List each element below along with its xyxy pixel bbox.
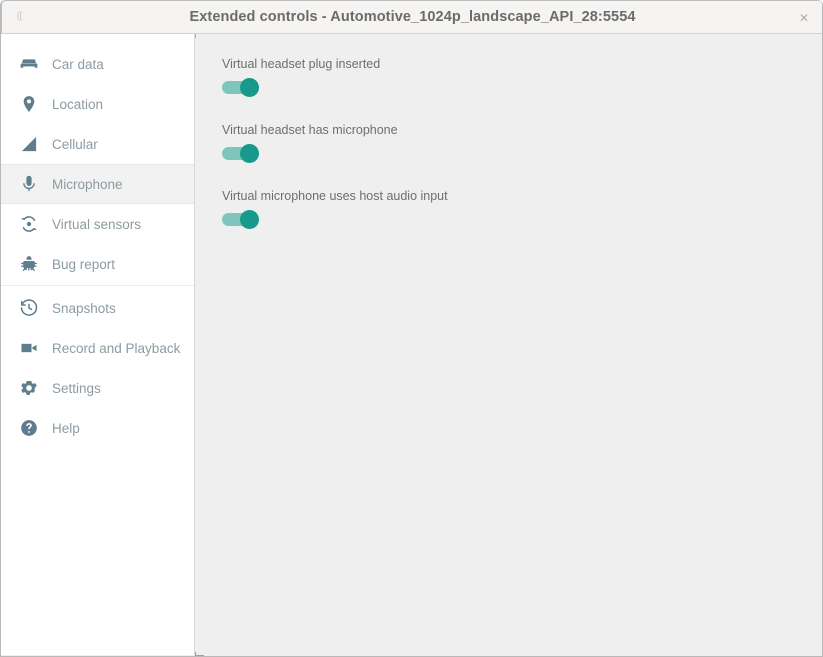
setting-row: Virtual headset plug inserted — [222, 56, 823, 94]
window-menu-glyph: ⸨ — [17, 12, 21, 21]
snapshot-clock-icon — [17, 296, 41, 320]
sidebar-item-microphone[interactable]: Microphone — [1, 164, 194, 204]
setting-label: Virtual headset has microphone — [222, 122, 823, 138]
sidebar-item-label: Microphone — [52, 177, 123, 192]
sidebar-item-label: Snapshots — [52, 301, 116, 316]
sidebar-item-settings[interactable]: Settings — [1, 368, 194, 408]
window-body: Car data Location Cellular — [1, 34, 823, 655]
virtual-headset-plug-inserted-toggle[interactable] — [222, 81, 257, 94]
setting-row: Virtual microphone uses host audio input — [222, 188, 823, 226]
sidebar-item-label: Virtual sensors — [52, 217, 141, 232]
sidebar-item-car-data[interactable]: Car data — [1, 44, 194, 84]
sidebar-item-label: Bug report — [52, 257, 115, 272]
sidebar-item-label: Cellular — [52, 137, 98, 152]
sidebar-item-record-and-playback[interactable]: Record and Playback — [1, 328, 194, 368]
setting-label: Virtual microphone uses host audio input — [222, 188, 823, 204]
setting-row: Virtual headset has microphone — [222, 122, 823, 160]
bug-icon — [17, 252, 41, 276]
virtual-microphone-uses-host-audio-input-toggle[interactable] — [222, 213, 257, 226]
toggle-knob — [240, 144, 259, 163]
virtual-sensors-icon — [17, 212, 41, 236]
sidebar-divider — [1, 285, 194, 286]
sidebar-item-help[interactable]: Help — [1, 408, 194, 448]
sidebar-nav: Car data Location Cellular — [1, 34, 195, 655]
microphone-icon — [17, 172, 41, 196]
sidebar-item-label: Record and Playback — [52, 341, 180, 356]
gear-icon — [17, 376, 41, 400]
window-title: Extended controls - Automotive_1024p_lan… — [189, 9, 635, 25]
car-icon — [17, 52, 41, 76]
extended-controls-window: ⸨ Extended controls - Automotive_1024p_l… — [0, 0, 823, 657]
sidebar-item-label: Settings — [52, 381, 101, 396]
sidebar-item-bug-report[interactable]: Bug report — [1, 244, 194, 284]
sidebar-item-label: Location — [52, 97, 103, 112]
video-camera-icon — [17, 336, 41, 360]
setting-label: Virtual headset plug inserted — [222, 56, 823, 72]
title-bar: ⸨ Extended controls - Automotive_1024p_l… — [1, 0, 823, 34]
toggle-knob — [240, 210, 259, 229]
toggle-knob — [240, 78, 259, 97]
sidebar-item-snapshots[interactable]: Snapshots — [1, 288, 194, 328]
close-icon[interactable]: ✕ — [797, 11, 811, 25]
virtual-headset-has-microphone-toggle[interactable] — [222, 147, 257, 160]
location-pin-icon — [17, 92, 41, 116]
cellular-signal-icon — [17, 132, 41, 156]
sidebar-item-label: Car data — [52, 57, 104, 72]
sidebar-item-location[interactable]: Location — [1, 84, 194, 124]
microphone-settings-panel: Virtual headset plug inserted Virtual he… — [196, 34, 823, 655]
sidebar-item-virtual-sensors[interactable]: Virtual sensors — [1, 204, 194, 244]
help-circle-icon — [17, 416, 41, 440]
sidebar-item-cellular[interactable]: Cellular — [1, 124, 194, 164]
sidebar-item-label: Help — [52, 421, 80, 436]
